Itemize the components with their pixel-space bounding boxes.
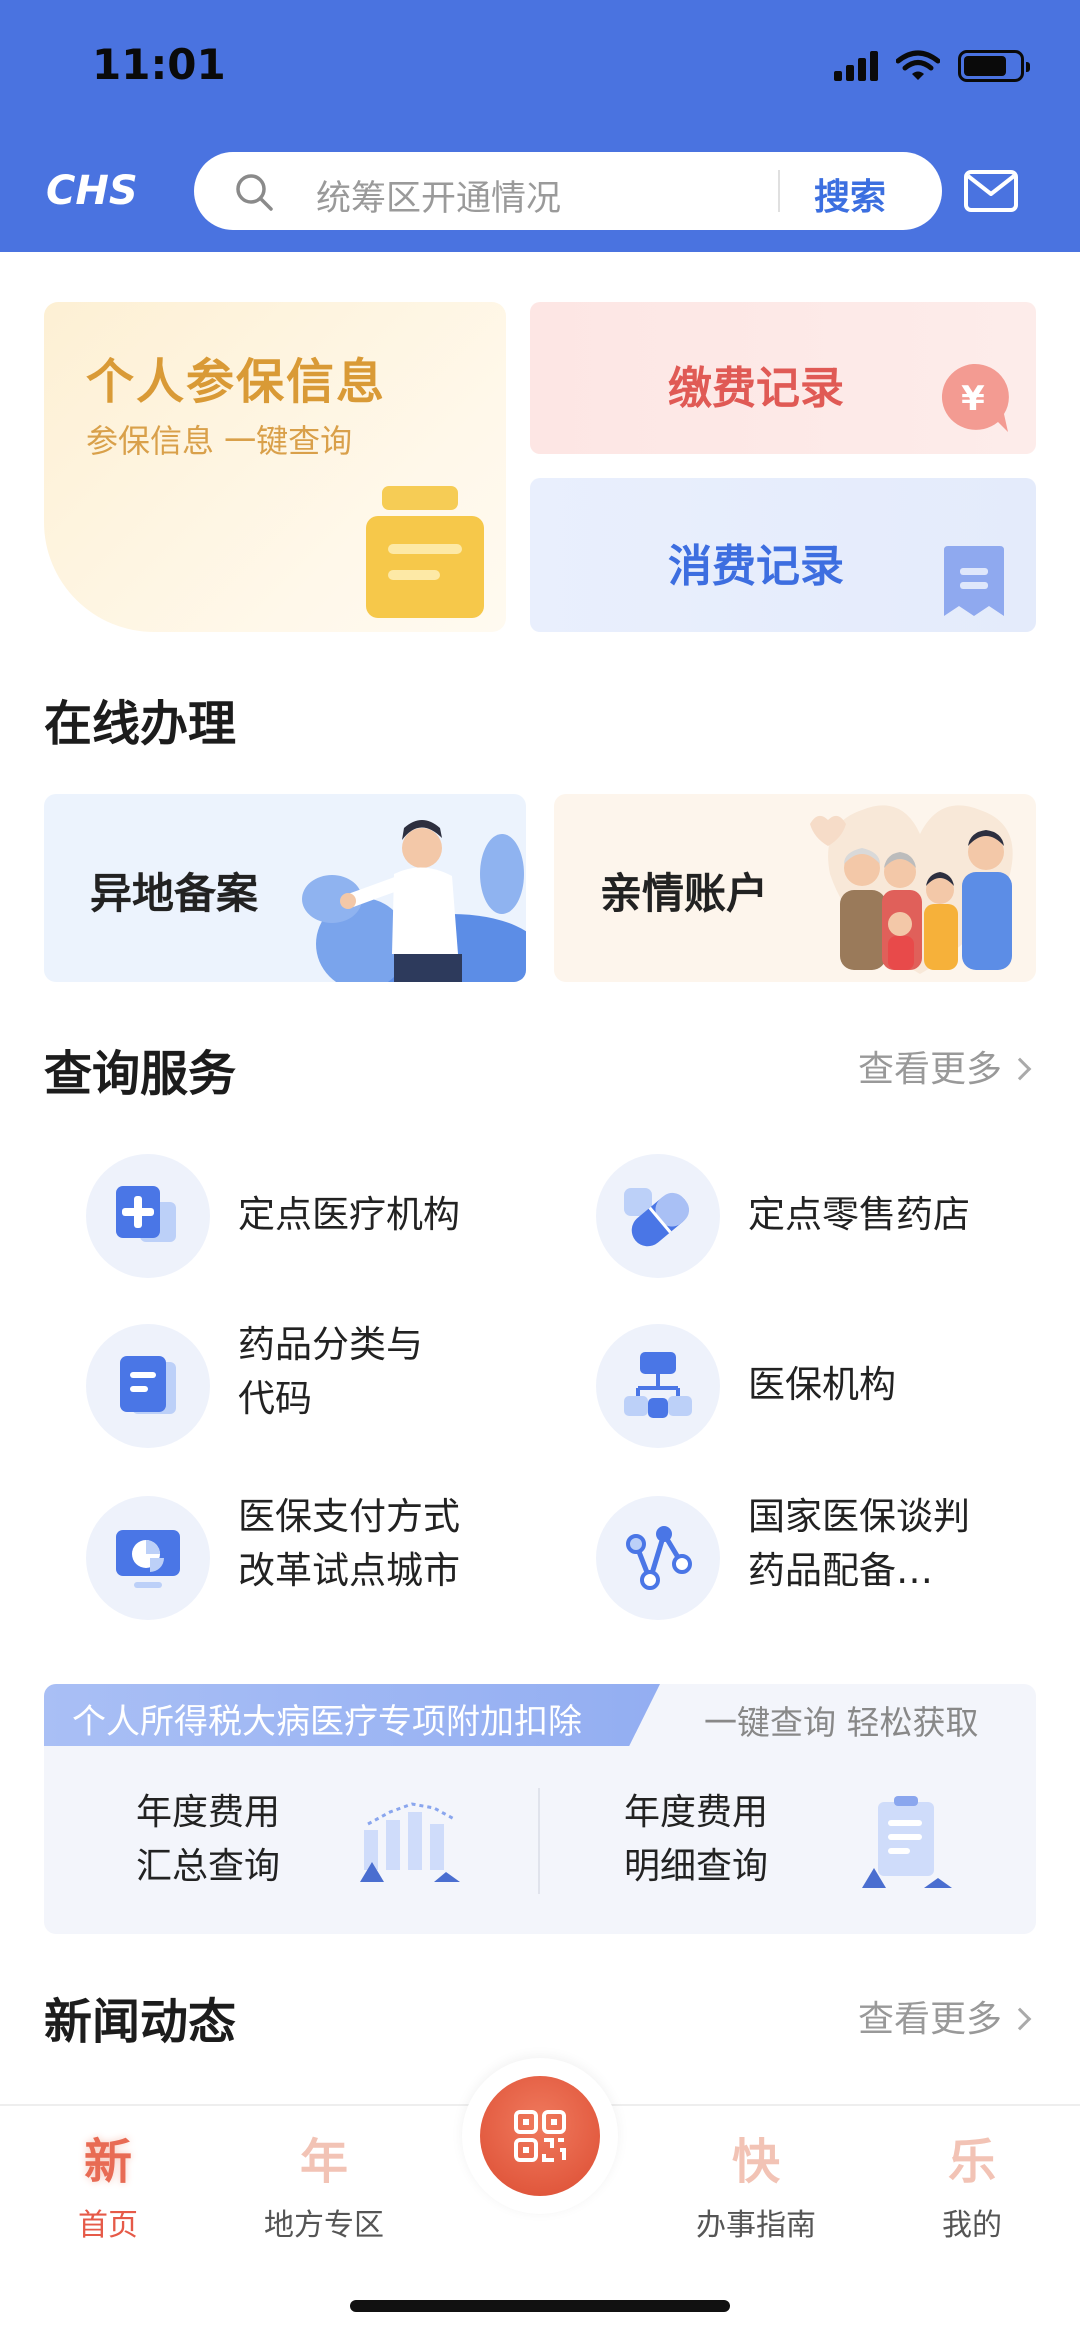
tab-home-icon: 新 bbox=[83, 2134, 132, 2190]
tax-banner-title: 个人所得税大病医疗专项附加扣除 bbox=[72, 1702, 582, 1742]
app-header: 11:01 CHS 统筹区开通情况 搜索 bbox=[0, 0, 1080, 252]
consumption-records-title: 消费记录 bbox=[668, 541, 844, 592]
service-item-drug-classification[interactable]: 药品分类与 代码 bbox=[86, 1323, 506, 1448]
tab-service-guide-label: 办事指南 bbox=[696, 2208, 816, 2243]
clipboard-icon bbox=[862, 1796, 952, 1888]
svg-text:¥: ¥ bbox=[961, 379, 985, 419]
payment-records-card[interactable]: 缴费记录 ¥ bbox=[530, 302, 1036, 454]
folder-box-icon bbox=[366, 486, 484, 618]
online-section-title: 在线办理 bbox=[44, 696, 237, 752]
chevron-right-icon bbox=[1008, 2007, 1032, 2031]
service-item-negotiated-drugs[interactable]: 国家医保谈判 药品配备… bbox=[596, 1495, 1016, 1620]
personal-insurance-title: 个人参保信息 bbox=[86, 354, 387, 410]
bar-chart-icon bbox=[360, 1802, 460, 1882]
monitor-pie-icon bbox=[86, 1496, 210, 1620]
search-bar[interactable]: 统筹区开通情况 搜索 bbox=[194, 152, 942, 230]
consumption-records-card[interactable]: 消费记录 bbox=[530, 478, 1036, 632]
document-icon bbox=[86, 1324, 210, 1448]
wifi-icon bbox=[896, 50, 940, 80]
service-item-designated-hospitals[interactable]: 定点医疗机构 bbox=[86, 1154, 506, 1278]
home-indicator bbox=[350, 2300, 730, 2312]
chs-logo: CHS bbox=[46, 168, 138, 210]
search-divider bbox=[778, 170, 780, 212]
svg-text:CHS: CHS bbox=[46, 168, 138, 210]
tab-local-zone[interactable]: 年 地方专区 bbox=[244, 2132, 404, 2244]
family-account-card[interactable]: 亲情账户 bbox=[554, 794, 1036, 982]
annual-detail-query[interactable]: 年度费用 明细查询 bbox=[624, 1786, 768, 1894]
yuan-bubble-icon: ¥ bbox=[941, 363, 1009, 432]
tab-home-label: 首页 bbox=[78, 2208, 138, 2243]
tax-divider bbox=[538, 1788, 540, 1894]
service-item-payment-reform-cities[interactable]: 医保支付方式 改革试点城市 bbox=[86, 1495, 506, 1620]
tab-local-zone-label: 地方专区 bbox=[264, 2208, 384, 2243]
pill-capsule-icon bbox=[596, 1154, 720, 1278]
service-label: 医保机构 bbox=[748, 1363, 896, 1406]
query-more-label: 查看更多 bbox=[857, 1049, 1002, 1090]
battery-icon bbox=[958, 50, 1030, 82]
tab-service-guide-icon: 快 bbox=[731, 2134, 780, 2190]
service-label: 国家医保谈判 药品配备… bbox=[748, 1495, 970, 1592]
tab-service-guide[interactable]: 快 办事指南 bbox=[676, 2132, 836, 2244]
receipt-icon bbox=[944, 546, 1004, 616]
service-label: 医保支付方式 改革试点城市 bbox=[238, 1495, 460, 1592]
payment-records-title: 缴费记录 bbox=[668, 363, 844, 414]
qr-code-icon bbox=[514, 2110, 566, 2162]
service-item-insurance-institutions[interactable]: 医保机构 bbox=[596, 1324, 1016, 1448]
tab-mine-icon: 乐 bbox=[947, 2134, 996, 2190]
news-more-link[interactable]: 查看更多 bbox=[857, 1990, 1032, 2042]
status-time: 11:01 bbox=[92, 40, 226, 89]
hospital-cross-icon bbox=[86, 1154, 210, 1278]
service-label: 定点医疗机构 bbox=[238, 1193, 460, 1236]
search-button[interactable]: 搜索 bbox=[814, 168, 886, 220]
tax-hint: 一键查询 轻松获取 bbox=[704, 1703, 979, 1742]
tab-home[interactable]: 新 首页 bbox=[28, 2132, 188, 2244]
service-label: 药品分类与 代码 bbox=[238, 1323, 423, 1420]
personal-insurance-subtitle: 参保信息 一键查询 bbox=[86, 422, 353, 460]
family-illustration bbox=[810, 805, 1013, 974]
remote-filing-card[interactable]: 异地备案 bbox=[44, 794, 526, 982]
man-pointing-illustration bbox=[302, 820, 526, 982]
tab-mine[interactable]: 乐 我的 bbox=[892, 2132, 1052, 2244]
search-icon bbox=[236, 174, 273, 211]
tab-local-zone-icon: 年 bbox=[299, 2134, 348, 2190]
mail-icon[interactable] bbox=[964, 170, 1018, 212]
family-account-label: 亲情账户 bbox=[600, 869, 769, 918]
query-section-title: 查询服务 bbox=[44, 1046, 237, 1102]
tab-mine-label: 我的 bbox=[942, 2208, 1002, 2243]
network-nodes-icon bbox=[596, 1496, 720, 1620]
tax-deduction-panel: 个人所得税大病医疗专项附加扣除 一键查询 轻松获取 年度费用 汇总查询 年度费用… bbox=[44, 1684, 1036, 1934]
query-more-link[interactable]: 查看更多 bbox=[857, 1040, 1032, 1092]
remote-filing-label: 异地备案 bbox=[90, 869, 259, 918]
qr-button-circle bbox=[480, 2076, 600, 2196]
annual-summary-query[interactable]: 年度费用 汇总查询 bbox=[136, 1786, 280, 1894]
status-icons bbox=[834, 50, 1030, 82]
org-chart-icon bbox=[596, 1324, 720, 1448]
chevron-right-icon bbox=[1008, 1057, 1032, 1081]
personal-insurance-card[interactable]: 个人参保信息 参保信息 一键查询 bbox=[44, 302, 506, 632]
news-more-label: 查看更多 bbox=[857, 1999, 1002, 2040]
search-input[interactable]: 统筹区开通情况 bbox=[316, 170, 561, 221]
qr-code-button[interactable] bbox=[462, 2058, 618, 2214]
service-item-retail-pharmacies[interactable]: 定点零售药店 bbox=[596, 1154, 1016, 1278]
cellular-signal-icon bbox=[834, 51, 878, 81]
service-label: 定点零售药店 bbox=[748, 1193, 970, 1236]
news-section-title: 新闻动态 bbox=[44, 1994, 237, 2050]
